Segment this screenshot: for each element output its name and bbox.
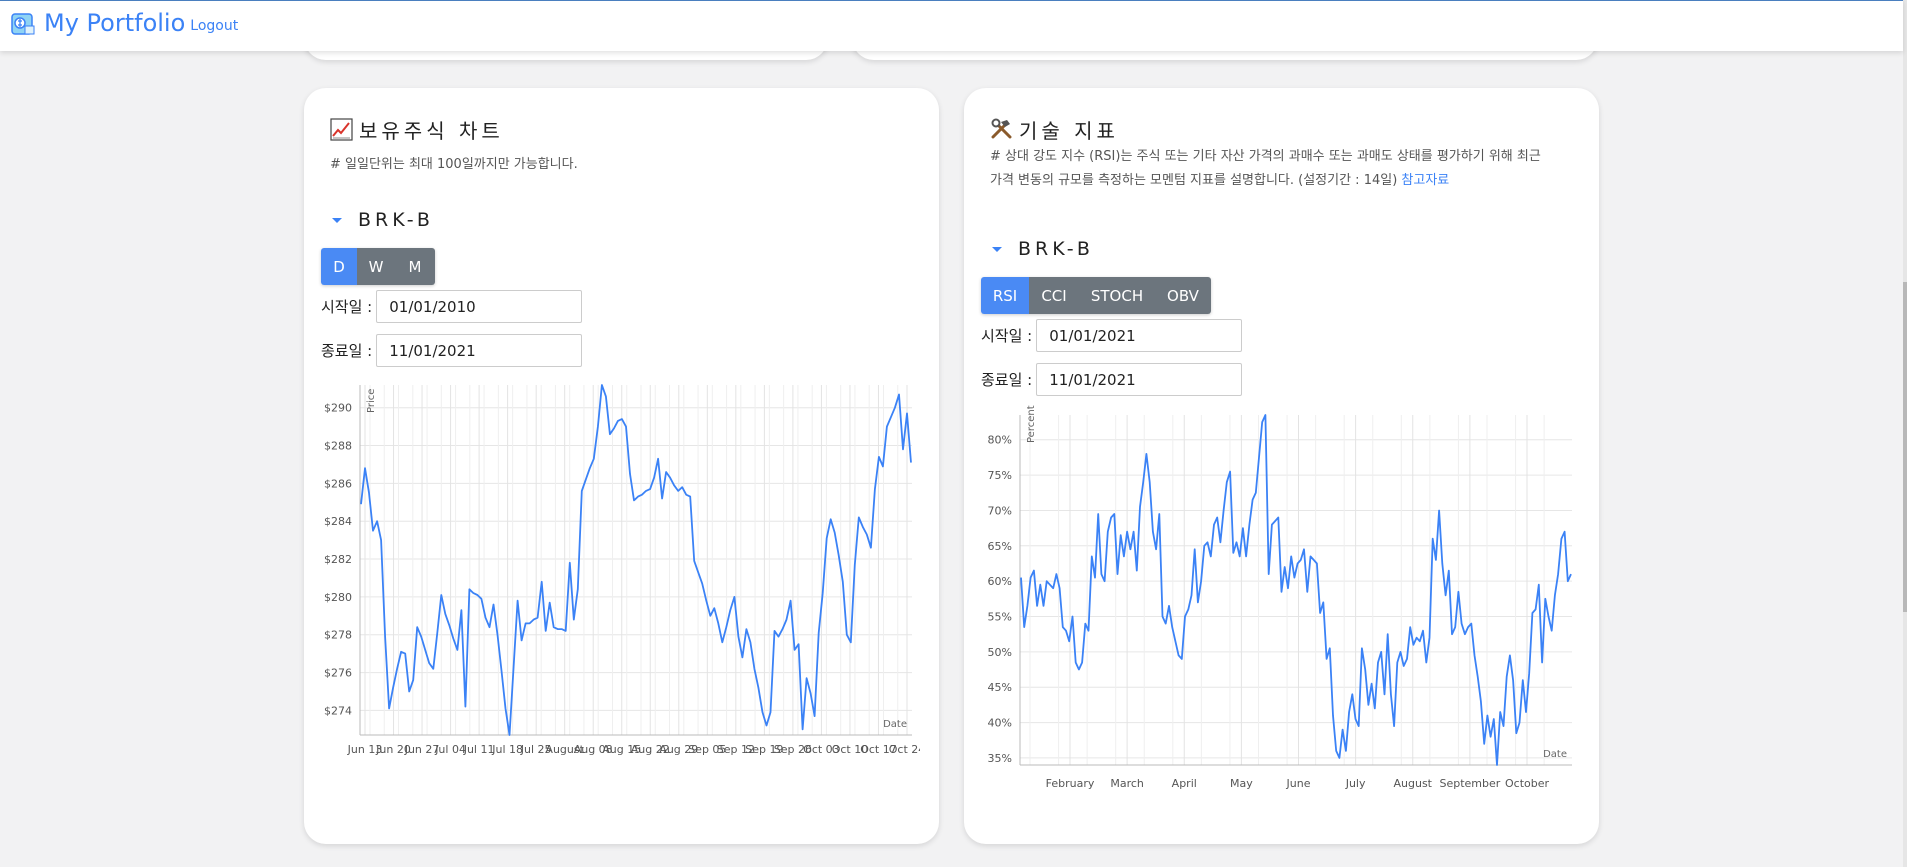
- y-tick-label: 70%: [988, 504, 1012, 517]
- x-tick-label: July: [1345, 777, 1366, 790]
- y-tick-label: $290: [324, 402, 352, 415]
- portfolio-logo-icon[interactable]: [10, 11, 36, 37]
- y-tick-label: 75%: [988, 469, 1012, 482]
- holdings-end-date-row: 종료일 : 11/01/2021: [321, 334, 583, 367]
- tech-description-line-1: # 상대 강도 지수 (RSI)는 주식 또는 기타 자산 가격의 과매수 또는…: [990, 149, 1541, 164]
- holdings-start-date-row: 시작일 : 01/01/2010: [321, 290, 583, 323]
- tech-description: # 상대 강도 지수 (RSI)는 주식 또는 기타 자산 가격의 과매수 또는…: [990, 145, 1580, 193]
- holdings-card-title: 보유주식 차트: [330, 115, 504, 144]
- end-date-label: 종료일 :: [321, 342, 373, 360]
- tech-card-title: 기술 지표: [990, 115, 1119, 144]
- period-day-button[interactable]: D: [321, 248, 357, 285]
- x-tick-label: March: [1110, 777, 1144, 790]
- reference-link[interactable]: 참고자료: [1401, 173, 1449, 188]
- y-tick-label: $286: [324, 477, 352, 490]
- series-line[interactable]: [360, 384, 912, 736]
- scrollbar-thumb[interactable]: [1903, 282, 1907, 612]
- tech-ticker-toggle[interactable]: BRK-B: [992, 238, 1094, 260]
- end-date-input[interactable]: 11/01/2021: [1036, 363, 1243, 396]
- chart-increasing-icon: [330, 118, 353, 141]
- indicator-cci-button[interactable]: CCI: [1029, 277, 1079, 314]
- y-axis-title: Price: [366, 389, 377, 413]
- period-week-button[interactable]: W: [357, 248, 395, 285]
- x-tick-label: May: [1230, 777, 1253, 790]
- tech-title-text: 기술 지표: [1019, 119, 1119, 143]
- x-tick-label: February: [1046, 777, 1095, 790]
- x-axis-title: Date: [883, 719, 907, 730]
- rsi-chart[interactable]: 35% 40% 45% 50% 55% 60% 65% 70% 75% 80% February Ma…: [970, 405, 1580, 805]
- y-tick-label: $278: [324, 629, 352, 642]
- tech-ticker-label[interactable]: BRK-B: [1018, 238, 1094, 260]
- start-date-label: 시작일 :: [981, 327, 1033, 345]
- caret-down-icon[interactable]: [332, 217, 342, 223]
- y-tick-label: 80%: [988, 434, 1012, 447]
- x-tick-label: Jun 27: [404, 743, 440, 756]
- series-line[interactable]: [1020, 414, 1572, 766]
- y-tick-label: $282: [324, 553, 352, 566]
- x-tick-label: September: [1439, 777, 1500, 790]
- brand: My Portfolio Logout: [10, 9, 238, 37]
- y-tick-label: 65%: [988, 540, 1012, 553]
- caret-down-icon[interactable]: [992, 246, 1002, 252]
- y-tick-label: 50%: [988, 646, 1012, 659]
- start-date-input[interactable]: 01/01/2021: [1036, 319, 1243, 352]
- x-tick-label: October: [1505, 777, 1549, 790]
- top-navbar: My Portfolio Logout: [0, 0, 1903, 51]
- x-tick-label: June: [1286, 777, 1311, 790]
- y-tick-label: $280: [324, 591, 352, 604]
- y-tick-label: $276: [324, 667, 352, 680]
- indicator-button-group: RSI CCI STOCH OBV: [981, 277, 1211, 314]
- indicator-obv-button[interactable]: OBV: [1155, 277, 1211, 314]
- indicator-stoch-button[interactable]: STOCH: [1079, 277, 1155, 314]
- holdings-title-text: 보유주식 차트: [359, 119, 504, 143]
- price-chart[interactable]: $274 $276 $278 $280 $282 $284 $286 $288 $290 Jun …: [310, 375, 920, 775]
- y-tick-label: $288: [324, 440, 352, 453]
- tools-icon: [991, 118, 1012, 139]
- holdings-description: # 일일단위는 최대 100일까지만 가능합니다.: [330, 157, 578, 172]
- tech-end-date-row: 종료일 : 11/01/2021: [981, 363, 1243, 396]
- period-month-button[interactable]: M: [395, 248, 435, 285]
- x-tick-label: April: [1172, 777, 1197, 790]
- holdings-ticker-label[interactable]: BRK-B: [358, 209, 434, 231]
- x-tick-label: Jul 11: [463, 743, 495, 756]
- start-date-input[interactable]: 01/01/2010: [376, 290, 583, 323]
- tech-start-date-row: 시작일 : 01/01/2021: [981, 319, 1243, 352]
- x-tick-label: Jul 04: [434, 743, 466, 756]
- x-axis-title: Date: [1543, 749, 1567, 760]
- tech-description-line-2-text: 가격 변동의 규모를 측정하는 모멘텀 지표를 설명합니다. (설정기간 : 1…: [990, 173, 1398, 188]
- y-tick-label: $274: [324, 704, 352, 717]
- y-tick-label: 35%: [988, 752, 1012, 765]
- tech-description-line-2: 가격 변동의 규모를 측정하는 모멘텀 지표를 설명합니다. (설정기간 : 1…: [990, 169, 1580, 193]
- holdings-ticker-toggle[interactable]: BRK-B: [332, 209, 434, 231]
- indicator-rsi-button[interactable]: RSI: [981, 277, 1029, 314]
- x-tick-label: August: [1394, 777, 1433, 790]
- period-button-group: D W M: [321, 248, 435, 285]
- y-tick-label: 40%: [988, 717, 1012, 730]
- app-title[interactable]: My Portfolio: [44, 9, 185, 37]
- y-tick-label: $284: [324, 515, 352, 528]
- end-date-input[interactable]: 11/01/2021: [376, 334, 583, 367]
- y-tick-label: 55%: [988, 611, 1012, 624]
- y-axis-title: Percent: [1026, 405, 1037, 443]
- end-date-label: 종료일 :: [981, 371, 1033, 389]
- x-tick-label: Jul 18: [491, 743, 523, 756]
- logout-link[interactable]: Logout: [190, 18, 238, 34]
- x-tick-label: Oct 24: [889, 743, 920, 756]
- y-tick-label: 60%: [988, 575, 1012, 588]
- start-date-label: 시작일 :: [321, 298, 373, 316]
- y-tick-label: 45%: [988, 681, 1012, 694]
